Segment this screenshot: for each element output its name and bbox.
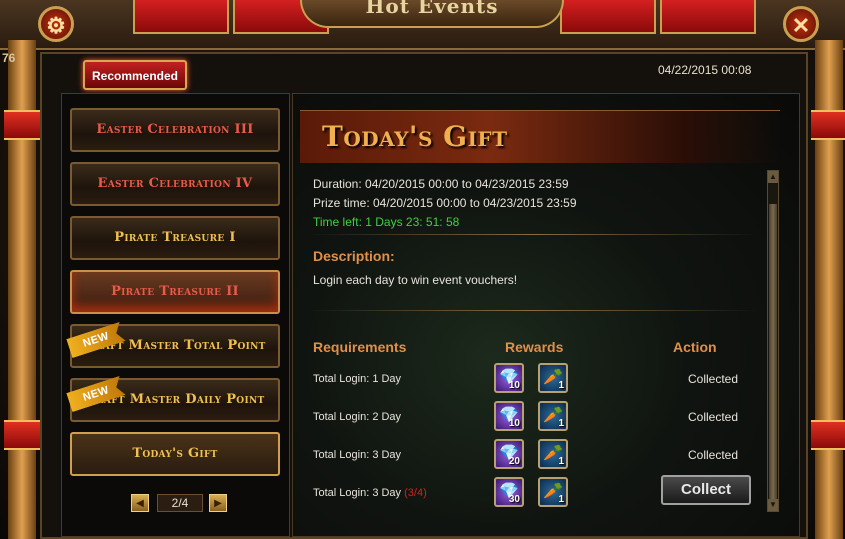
- divider: [308, 234, 758, 235]
- action-status: Collected: [688, 448, 739, 462]
- carrot-reward-icon[interactable]: 🥕 1: [538, 439, 568, 469]
- triangle-left-icon[interactable]: ◀: [131, 494, 149, 512]
- event-item-label: Easter Celebration IV: [97, 176, 253, 191]
- close-icon[interactable]: ✕: [783, 6, 819, 42]
- top-ribbon: [660, 0, 756, 34]
- table-row-requirement: Total Login: 3 Day: [313, 449, 402, 461]
- page-indicator: 2/4: [157, 494, 203, 512]
- table-row-requirement: Total Login: 2 Day: [313, 411, 402, 423]
- left-pillar: [4, 40, 40, 539]
- requirements-header: Requirements: [313, 339, 407, 355]
- title-plate: Hot Events: [300, 0, 564, 28]
- event-prize-time: Prize time: 04/20/2015 00:00 to 04/23/20…: [313, 196, 577, 210]
- action-status: Collected: [688, 410, 739, 424]
- event-item-pirate-treasure-2[interactable]: Pirate Treasure II: [70, 270, 280, 314]
- table-row-requirement: Total Login: 3 Day (3/4): [313, 487, 427, 499]
- event-title: Today's Gift: [322, 120, 508, 153]
- rewards-header: Rewards: [505, 339, 564, 355]
- window-title: Hot Events: [365, 0, 499, 18]
- event-item-label: Pirate Treasure I: [114, 230, 236, 245]
- server-datetime: 04/22/2015 00:08: [658, 63, 752, 77]
- recommended-tab[interactable]: Recommended: [83, 60, 187, 90]
- crystal-reward-icon[interactable]: 💎 10: [494, 363, 524, 393]
- scroll-down-icon[interactable]: ▼: [768, 499, 778, 511]
- event-item-craft-master-daily-point[interactable]: NEW Craft Master Daily Point: [70, 378, 280, 422]
- collect-button[interactable]: Collect: [661, 475, 751, 505]
- event-time-left: Time left: 1 Days 23: 51: 58: [313, 215, 460, 229]
- event-item-craft-master-total-point[interactable]: NEW Craft Master Total Point: [70, 324, 280, 368]
- scroll-thumb[interactable]: [769, 204, 777, 499]
- event-item-pirate-treasure-1[interactable]: Pirate Treasure I: [70, 216, 280, 260]
- triangle-right-icon[interactable]: ▶: [209, 494, 227, 512]
- event-item-label: Easter Celebration III: [96, 122, 254, 137]
- settings-gear-icon[interactable]: ⚙: [38, 6, 74, 42]
- action-status: Collected: [688, 372, 739, 386]
- top-ribbon: [133, 0, 229, 34]
- pager: ◀ 2/4 ▶: [131, 494, 227, 514]
- crystal-reward-icon[interactable]: 💎 10: [494, 401, 524, 431]
- event-item-todays-gift[interactable]: Today's Gift: [70, 432, 280, 476]
- event-item-easter-celebration-3[interactable]: Easter Celebration III: [70, 108, 280, 152]
- scroll-up-icon[interactable]: ▲: [768, 171, 778, 183]
- event-item-label: Today's Gift: [132, 446, 218, 461]
- event-duration: Duration: 04/20/2015 00:00 to 04/23/2015…: [313, 177, 569, 191]
- side-number: 76: [2, 51, 16, 65]
- crystal-reward-icon[interactable]: 💎 30: [494, 477, 524, 507]
- table-row-requirement: Total Login: 1 Day: [313, 373, 402, 385]
- requirement-progress: (3/4): [404, 487, 427, 499]
- top-ribbon: [560, 0, 656, 34]
- action-header: Action: [673, 339, 717, 355]
- divider: [308, 310, 758, 311]
- event-item-label: Pirate Treasure II: [111, 284, 239, 299]
- event-item-easter-celebration-4[interactable]: Easter Celebration IV: [70, 162, 280, 206]
- carrot-reward-icon[interactable]: 🥕 1: [538, 363, 568, 393]
- crystal-reward-icon[interactable]: 💎 20: [494, 439, 524, 469]
- right-pillar: [811, 40, 845, 539]
- event-description: Login each day to win event vouchers!: [313, 273, 518, 287]
- carrot-reward-icon[interactable]: 🥕 1: [538, 477, 568, 507]
- description-label: Description:: [313, 248, 395, 264]
- detail-scrollbar[interactable]: ▲ ▼: [767, 170, 779, 512]
- carrot-reward-icon[interactable]: 🥕 1: [538, 401, 568, 431]
